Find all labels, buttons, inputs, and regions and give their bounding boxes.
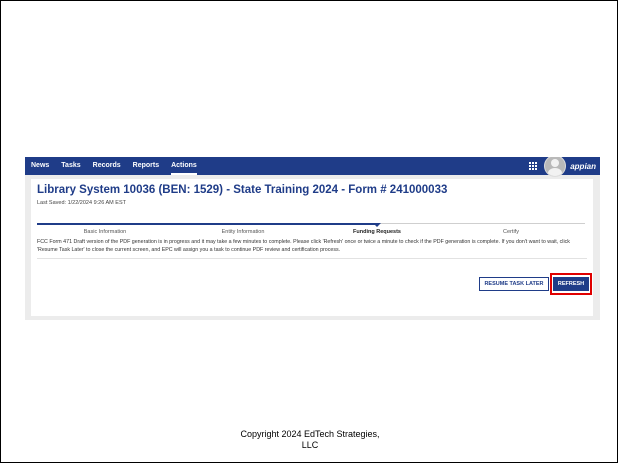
top-nav-bar: News Tasks Records Reports Actions appia… xyxy=(25,157,600,177)
last-saved-text: Last Saved: 1/22/2024 9:26 AM EST xyxy=(37,200,126,206)
nav-tasks[interactable]: Tasks xyxy=(61,157,80,175)
step-funding-requests: Funding Requests xyxy=(353,229,401,235)
nav-news[interactable]: News xyxy=(31,157,49,175)
app-window: News Tasks Records Reports Actions appia… xyxy=(25,157,600,320)
appian-logo: appian xyxy=(570,161,596,171)
pdf-generation-message: FCC Form 471 Draft version of the PDF ge… xyxy=(37,239,570,253)
user-avatar[interactable] xyxy=(544,157,567,177)
step-basic-information: Basic Information xyxy=(83,229,127,235)
nav-right-group: appian xyxy=(529,157,596,177)
progress-stepper: Basic Information Entity Information Fun… xyxy=(37,218,585,238)
nav-reports[interactable]: Reports xyxy=(133,157,159,175)
divider xyxy=(37,258,587,259)
step-certify: Certify xyxy=(503,229,519,235)
stepper-progress-line xyxy=(37,223,375,225)
page-title: Library System 10036 (BEN: 1529) - State… xyxy=(37,184,448,196)
refresh-button[interactable]: REFRESH xyxy=(553,277,589,291)
step-entity-information: Entity Information xyxy=(221,229,265,235)
resume-task-later-button[interactable]: RESUME TASK LATER xyxy=(479,277,549,291)
nav-records[interactable]: Records xyxy=(93,157,121,175)
current-step-marker-icon xyxy=(373,223,381,227)
app-grid-icon[interactable] xyxy=(529,161,538,171)
nav-actions[interactable]: Actions xyxy=(171,157,197,175)
form-card: Library System 10036 (BEN: 1529) - State… xyxy=(31,179,593,316)
stepper-remaining-line xyxy=(375,223,585,224)
copyright-footer: Copyright 2024 EdTech Strategies, LLC xyxy=(240,429,380,450)
